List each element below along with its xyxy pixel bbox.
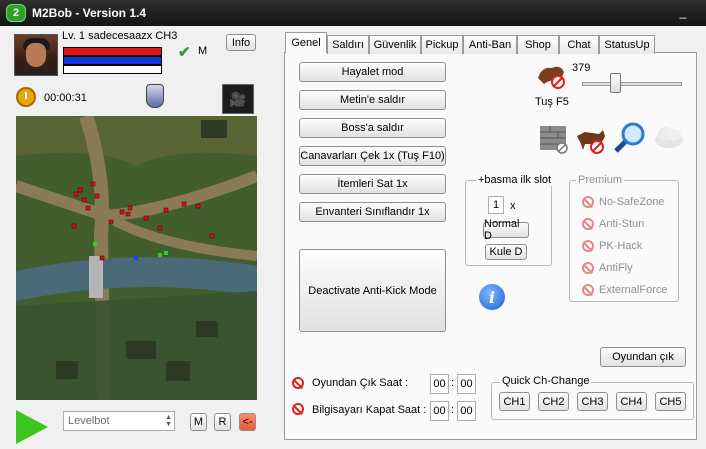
disabled-icon[interactable] <box>292 403 304 415</box>
r-button[interactable]: R <box>214 413 231 431</box>
sell-items-button[interactable]: İtemleri Sat 1x <box>299 174 446 194</box>
spinner-arrows-icon[interactable]: ▲ ▼ <box>165 414 172 428</box>
colon-separator: : <box>451 377 455 389</box>
tab-guvenlik[interactable]: Güvenlik <box>369 35 421 54</box>
bot-mode-select[interactable]: Levelbot ▲ ▼ <box>63 411 175 431</box>
tab-genel[interactable]: Genel <box>285 32 327 53</box>
minimap[interactable] <box>16 116 257 400</box>
premium-title: Premium <box>576 174 625 186</box>
channel-button-ch3[interactable]: CH3 <box>577 392 608 411</box>
character-level-line: Lv. 1 sadecesaazx CH3 <box>62 30 178 42</box>
quick-ch-title: Quick Ch-Change <box>500 375 592 387</box>
magnifier-icon[interactable] <box>613 120 647 154</box>
channel-button-ch5[interactable]: CH5 <box>655 392 686 411</box>
normal-d-button[interactable]: Normal D <box>483 218 529 242</box>
info-button[interactable]: Info <box>226 34 256 51</box>
ghost-mode-button[interactable]: Hayalet mod <box>299 62 446 82</box>
elapsed-timer: 00:00:31 <box>44 92 87 104</box>
attack-metin-button[interactable]: Metin'e saldır <box>299 90 446 110</box>
slider-track[interactable] <box>582 82 682 86</box>
title-bar: 2 M2Bob - Version 1.4 _ <box>0 0 706 26</box>
channel-button-ch2[interactable]: CH2 <box>538 392 569 411</box>
tab-shop[interactable]: Shop <box>517 35 559 54</box>
shutdown-hour-input[interactable]: 00 <box>430 401 449 421</box>
info-bubble-icon[interactable]: i <box>479 284 505 310</box>
app-logo-icon: 2 <box>6 4 26 22</box>
premium-item-pk-hack[interactable]: PK-Hack <box>582 240 642 252</box>
shutdown-time-label: Bilgisayarı Kapat Saat : <box>312 404 427 416</box>
cloud-icon[interactable] <box>652 120 686 154</box>
minimize-button[interactable]: _ <box>676 5 690 19</box>
potion-icon[interactable] <box>146 84 164 108</box>
disabled-icon <box>582 262 594 274</box>
character-avatar <box>14 34 58 76</box>
disabled-icon <box>582 284 594 296</box>
slider-thumb[interactable] <box>610 73 621 93</box>
slider-value: 379 <box>572 62 591 74</box>
anti-kick-button[interactable]: Deactivate Anti-Kick Mode <box>299 249 446 332</box>
channel-button-ch4[interactable]: CH4 <box>616 392 647 411</box>
exit-time-label: Oyundan Çık Saat : <box>312 377 408 389</box>
exit-game-button[interactable]: Oyundan çık <box>600 347 686 367</box>
exit-minute-input[interactable]: 00 <box>457 374 476 394</box>
hotkey-label: Tuş F5 <box>535 96 569 108</box>
tab-chat[interactable]: Chat <box>559 35 599 54</box>
play-icon[interactable] <box>16 410 48 444</box>
basma-title: +basma ilk slot <box>476 174 554 186</box>
exp-bar <box>63 65 162 74</box>
checkmark-icon: ✔ <box>178 44 191 61</box>
channel-button-ch1[interactable]: CH1 <box>499 392 530 411</box>
premium-item-externalforce[interactable]: ExternalForce <box>582 284 667 296</box>
mp-bar <box>63 56 162 65</box>
kule-d-button[interactable]: Kule D <box>485 244 527 260</box>
bot-mode-value: Levelbot <box>68 415 110 427</box>
disabled-icon <box>582 218 594 230</box>
sort-inventory-button[interactable]: Envanteri Sınıflandır 1x <box>299 202 446 222</box>
mount-horse-icon[interactable] <box>534 58 568 92</box>
tab-saldiri[interactable]: Saldırı <box>327 35 369 54</box>
tab-statusup[interactable]: StatusUp <box>599 35 655 54</box>
tab-anti-ban[interactable]: Anti-Ban <box>463 35 517 54</box>
premium-item-no-safezone[interactable]: No-SafeZone <box>582 196 664 208</box>
disabled-icon <box>582 240 594 252</box>
colon-separator: : <box>451 404 455 416</box>
pull-monsters-button[interactable]: Canavarları Çek 1x (Tuş F10) <box>299 146 446 166</box>
stopwatch-icon <box>16 87 36 107</box>
m-button[interactable]: M <box>190 413 207 431</box>
disabled-icon[interactable] <box>292 377 304 389</box>
exit-hour-input[interactable]: 00 <box>430 374 449 394</box>
premium-item-antifly[interactable]: AntiFly <box>582 262 633 274</box>
tab-pickup[interactable]: Pickup <box>421 35 463 54</box>
camera-icon[interactable]: 🎥 <box>222 84 254 114</box>
wall-blocked-icon[interactable] <box>538 122 572 156</box>
slot-count-input[interactable]: 1 <box>488 196 504 214</box>
back-button[interactable]: <- <box>239 413 256 431</box>
window-title: M2Bob - Version 1.4 <box>32 6 147 20</box>
hp-bar <box>63 47 162 56</box>
mode-label: M <box>198 45 208 57</box>
disabled-icon <box>582 196 594 208</box>
attack-boss-button[interactable]: Boss'a saldır <box>299 118 446 138</box>
premium-item-anti-stun[interactable]: Anti-Stun <box>582 218 644 230</box>
animal-blocked-icon[interactable] <box>575 122 609 156</box>
times-label: x <box>510 200 516 212</box>
shutdown-minute-input[interactable]: 00 <box>457 401 476 421</box>
